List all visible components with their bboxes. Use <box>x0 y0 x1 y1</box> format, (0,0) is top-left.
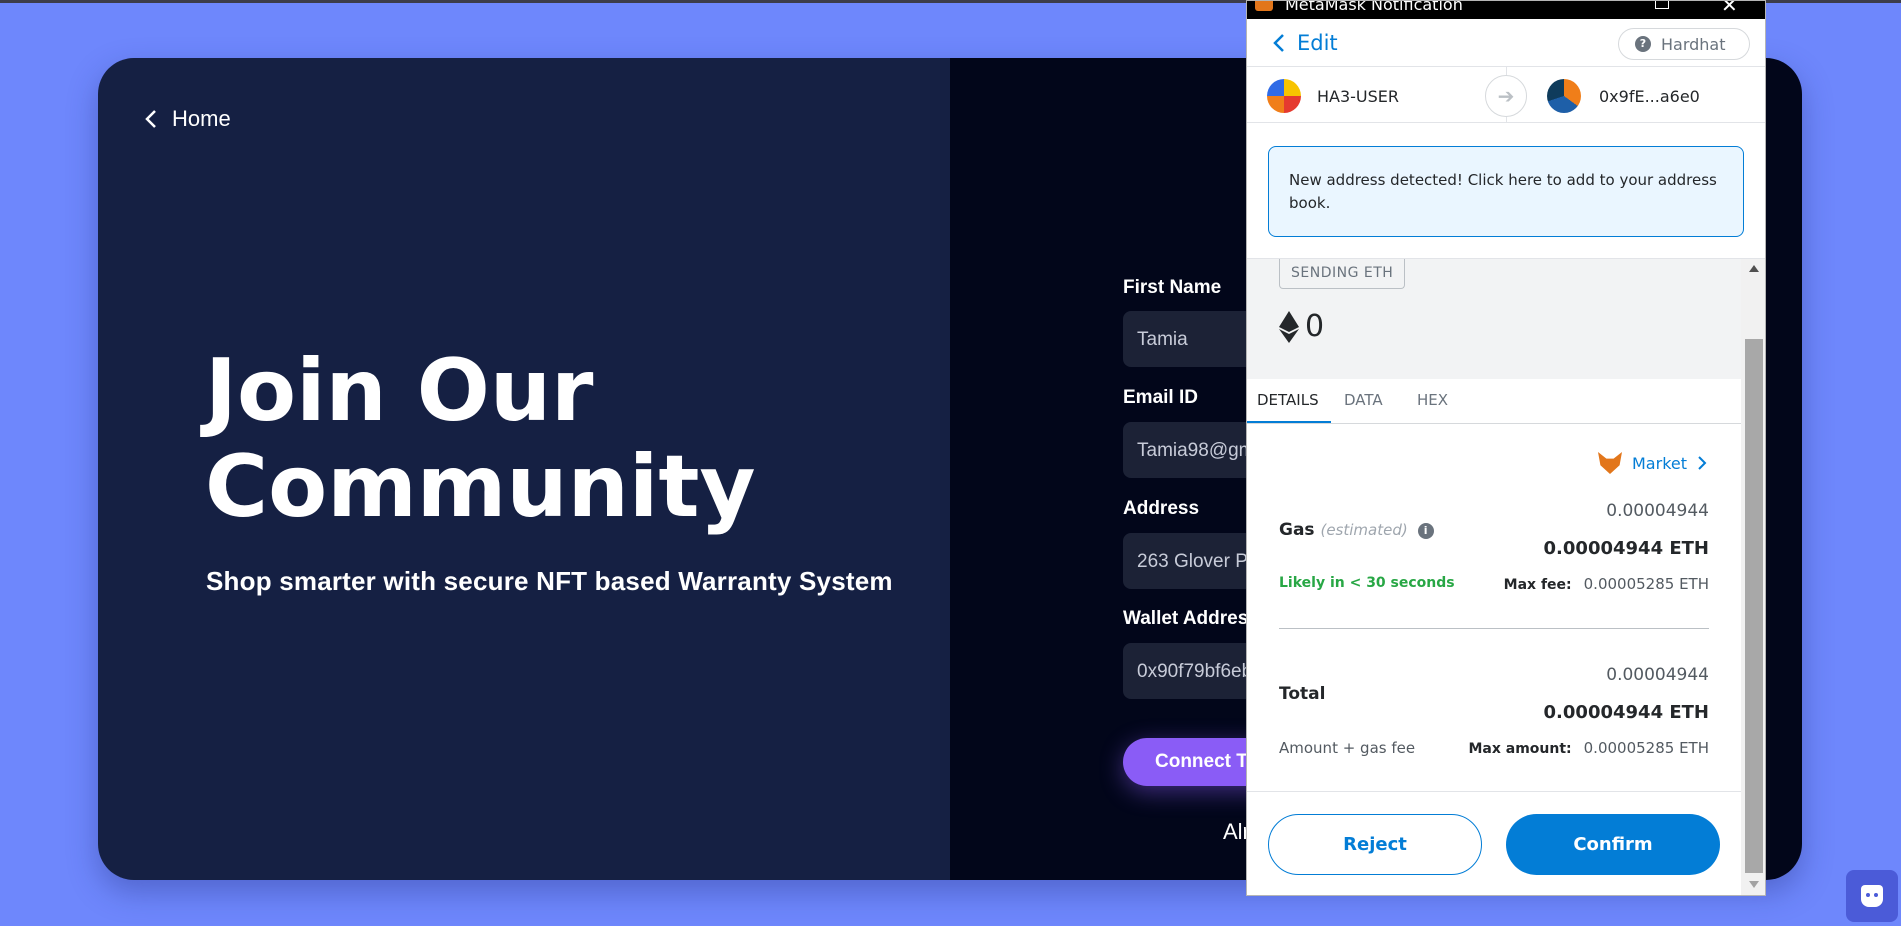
gas-value-eth: 0.00004944 ETH <box>1543 538 1709 559</box>
first-name-label: First Name <box>1123 277 1222 298</box>
from-avatar <box>1267 79 1301 113</box>
gas-value-small: 0.00004944 <box>1606 501 1709 521</box>
details-tabs: DETAILS DATA HEX <box>1247 379 1741 424</box>
scroll-thumb[interactable] <box>1745 339 1763 873</box>
info-icon[interactable]: i <box>1417 523 1434 539</box>
gas-label: Gas (estimated) i <box>1279 520 1434 540</box>
market-link[interactable]: Market <box>1598 452 1707 474</box>
chat-widget-button[interactable] <box>1846 870 1898 922</box>
hero-title: Join Our Community <box>205 341 756 537</box>
to-account-address: 0x9fE...a6e0 <box>1599 86 1700 106</box>
tab-details[interactable]: DETAILS <box>1257 391 1319 409</box>
eth-amount-value: 0 <box>1305 309 1325 344</box>
scrollbar[interactable] <box>1741 259 1765 895</box>
arrow-right-icon: ➔ <box>1485 75 1527 117</box>
close-icon[interactable]: ✕ <box>1721 1 1738 17</box>
chevron-right-icon <box>1698 456 1707 470</box>
max-amount-value: 0.00005285 ETH <box>1583 739 1709 757</box>
max-amount-label: Max amount: <box>1468 741 1572 757</box>
max-amount: Max amount: 0.00005285 ETH <box>1468 739 1709 757</box>
tab-data[interactable]: DATA <box>1344 391 1383 409</box>
metamask-fox-icon <box>1255 1 1273 11</box>
chevron-left-icon <box>145 110 156 128</box>
address-label: Address <box>1123 498 1200 519</box>
total-value-eth: 0.00004944 ETH <box>1543 702 1709 723</box>
scroll-up-arrow[interactable] <box>1749 265 1759 272</box>
eth-amount: 0 <box>1279 309 1324 344</box>
account-row: HA3-USER ➔ 0x9fE...a6e0 <box>1247 67 1765 123</box>
max-fee: Max fee: 0.00005285 ETH <box>1504 575 1709 593</box>
edit-button[interactable]: Edit <box>1273 31 1338 55</box>
metamask-header: Edit ? Hardhat <box>1247 19 1765 67</box>
section-separator <box>1279 628 1709 629</box>
sending-panel: SENDING ETH 0 <box>1247 259 1741 379</box>
max-fee-label: Max fee: <box>1503 577 1572 593</box>
fox-icon <box>1598 452 1622 474</box>
tab-hex[interactable]: HEX <box>1417 391 1448 409</box>
metamask-titlebar: MetaMask Notification ✕ <box>1247 1 1765 19</box>
hero-subtitle: Shop smarter with secure NFT based Warra… <box>206 566 893 596</box>
footer-divider <box>1247 791 1741 792</box>
network-name: Hardhat <box>1661 34 1726 54</box>
total-label: Total <box>1279 684 1326 704</box>
active-tab-indicator <box>1247 421 1331 423</box>
maximize-icon[interactable] <box>1655 1 1669 9</box>
edit-label: Edit <box>1297 31 1338 55</box>
card-left-panel: Home Join Our Community Shop smarter wit… <box>98 58 950 880</box>
to-account[interactable]: 0x9fE...a6e0 <box>1547 79 1700 113</box>
gas-estimated-text: (estimated) <box>1320 521 1408 539</box>
confirm-button[interactable]: Confirm <box>1506 814 1720 875</box>
from-account-name: HA3-USER <box>1317 86 1400 106</box>
new-address-notice[interactable]: New address detected! Click here to add … <box>1268 146 1744 237</box>
total-value-small: 0.00004944 <box>1606 665 1709 685</box>
amount-plus-gas-label: Amount + gas fee <box>1279 739 1416 757</box>
metamask-window: MetaMask Notification ✕ Edit ? Hardhat H… <box>1246 0 1766 896</box>
gas-label-text: Gas <box>1279 520 1315 540</box>
scroll-down-arrow[interactable] <box>1749 881 1759 888</box>
window-title: MetaMask Notification <box>1285 1 1463 14</box>
wallet-address-label: Wallet Address <box>1123 608 1259 629</box>
sending-eth-tag: SENDING ETH <box>1279 259 1406 289</box>
market-label: Market <box>1632 453 1687 473</box>
question-icon: ? <box>1635 36 1651 52</box>
chevron-left-icon <box>1273 34 1284 52</box>
home-link[interactable]: Home <box>144 106 231 132</box>
likely-time-text: Likely in < 30 seconds <box>1279 575 1455 591</box>
email-label: Email ID <box>1123 387 1198 408</box>
network-selector[interactable]: ? Hardhat <box>1618 28 1750 60</box>
reject-button[interactable]: Reject <box>1268 814 1482 875</box>
chat-icon <box>1861 885 1883 907</box>
to-avatar <box>1547 79 1581 113</box>
from-account[interactable]: HA3-USER <box>1267 79 1399 113</box>
ethereum-icon <box>1279 310 1299 343</box>
home-link-label: Home <box>172 106 231 131</box>
max-fee-value: 0.00005285 ETH <box>1583 575 1709 593</box>
